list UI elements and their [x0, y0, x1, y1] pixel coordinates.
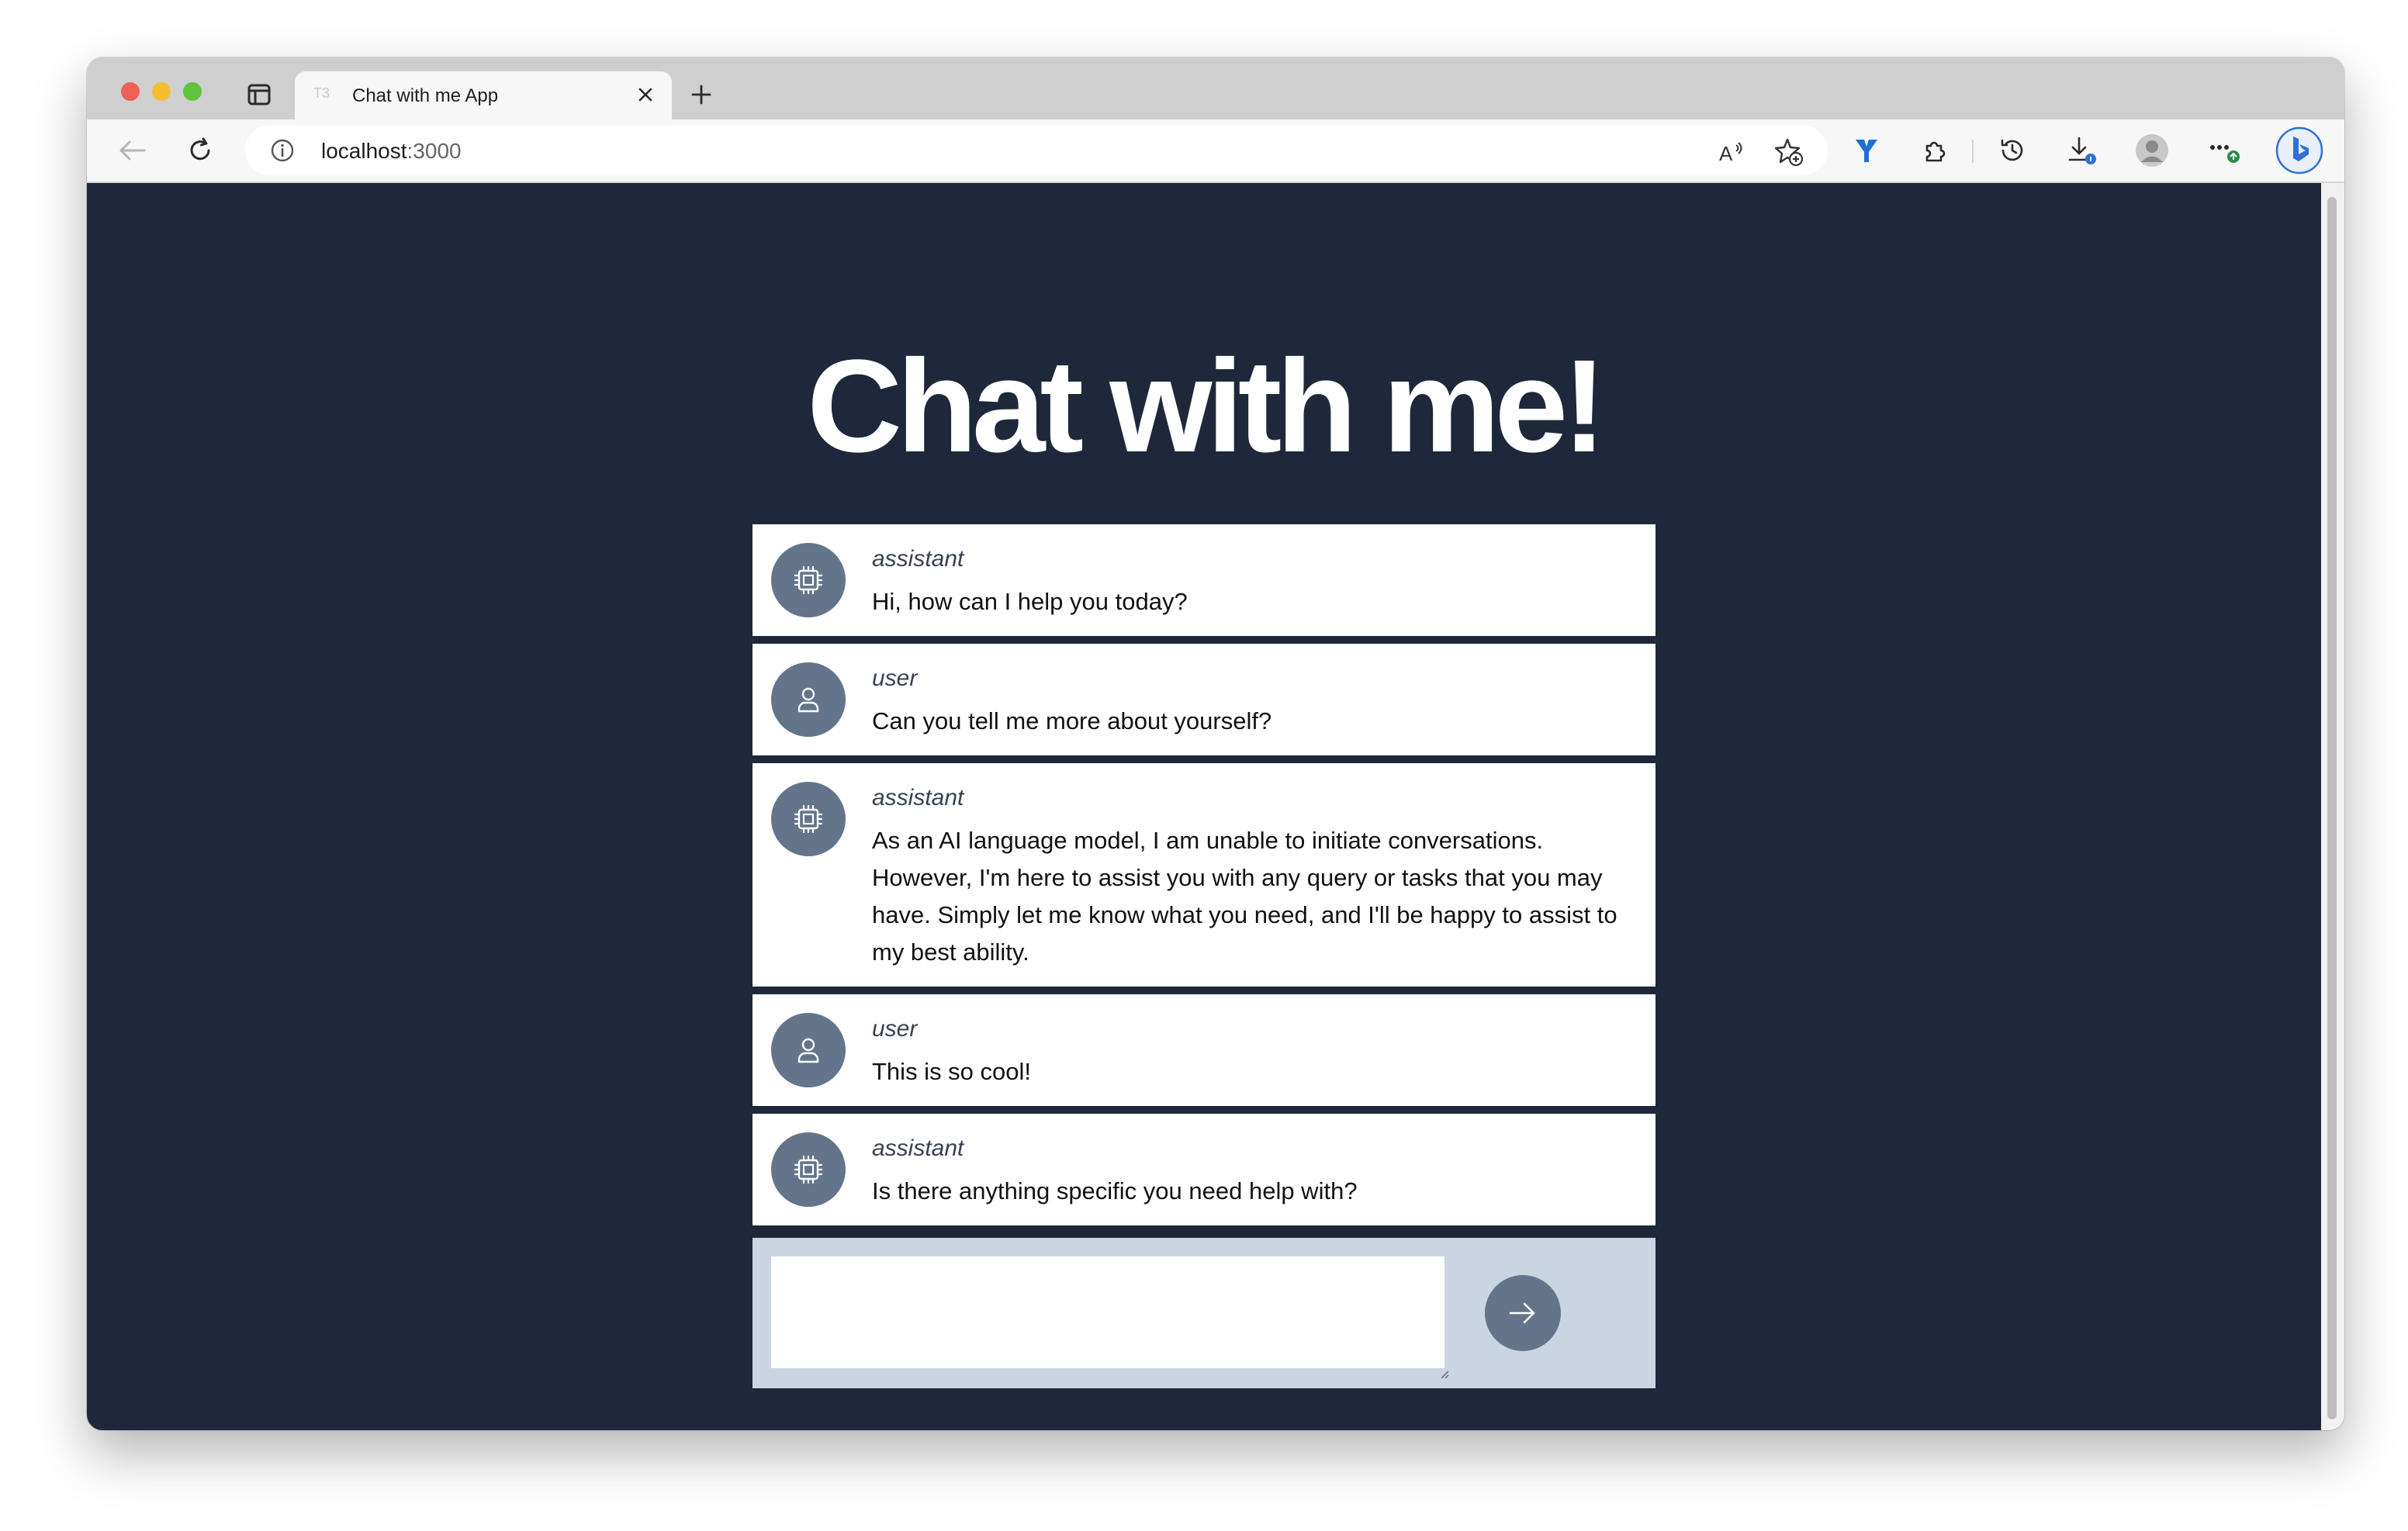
tab-favicon-icon: T3 [313, 85, 330, 101]
favorite-add-icon[interactable] [1773, 137, 1804, 168]
chat-message: assistant As an AI language model, I am … [752, 763, 1656, 987]
page-title: Chat with me! [807, 333, 1606, 480]
tab-actions-icon[interactable] [244, 79, 275, 110]
chat-message: user Can you tell me more about yourself… [752, 644, 1656, 755]
message-role: user [872, 665, 918, 691]
history-icon[interactable] [1995, 133, 2029, 168]
chat-message: user This is so cool! [752, 994, 1656, 1106]
close-icon[interactable] [633, 82, 658, 107]
reload-icon[interactable] [183, 133, 217, 168]
profile-avatar-icon[interactable] [2135, 133, 2169, 168]
url-host: localhost [321, 139, 407, 163]
plus-icon[interactable] [684, 78, 718, 112]
page-content: Chat with me! assistant Hi, how can I he… [87, 183, 2321, 1430]
bing-icon[interactable] [2275, 126, 2324, 175]
url-text: localhost:3000 [321, 139, 462, 164]
close-window-button[interactable] [121, 82, 140, 101]
resize-handle-icon[interactable] [1437, 1367, 1449, 1379]
message-text: This is so cool! [872, 1058, 1032, 1085]
scrollbar-thumb[interactable] [2327, 197, 2337, 1419]
message-text: As an AI language model, I am unable to … [872, 827, 1617, 966]
message-text: Can you tell me more about yourself? [872, 707, 1272, 734]
chip-icon [771, 782, 846, 856]
svg-text:A: A [1719, 142, 1733, 164]
chip-icon [771, 543, 846, 617]
url-port: :3000 [407, 139, 462, 163]
info-icon[interactable] [270, 138, 295, 163]
address-bar[interactable]: localhost:3000 A [245, 126, 1828, 175]
more-icon[interactable] [2208, 133, 2242, 168]
browser-window: T3 Chat with me App localhost:3000 A Cha… [87, 57, 2344, 1430]
user-icon [771, 662, 846, 737]
chat-message: assistant Hi, how can I help you today? [752, 524, 1656, 636]
tab-title: Chat with me App [352, 85, 499, 106]
send-button[interactable] [1485, 1275, 1561, 1351]
zoom-window-button[interactable] [183, 82, 202, 101]
tab-strip: T3 Chat with me App [87, 57, 2344, 119]
message-text: Hi, how can I help you today? [872, 588, 1188, 615]
read-aloud-icon[interactable]: A [1716, 137, 1747, 168]
back-arrow-icon[interactable] [115, 133, 149, 168]
extension-y-icon[interactable] [1849, 133, 1884, 168]
message-role: assistant [872, 1135, 964, 1161]
message-input[interactable] [771, 1256, 1444, 1368]
minimize-window-button[interactable] [152, 82, 171, 101]
message-text: Is there anything specific you need help… [872, 1177, 1358, 1204]
user-icon [771, 1013, 846, 1087]
chip-icon [771, 1132, 846, 1207]
message-role: user [872, 1016, 918, 1042]
browser-toolbar: localhost:3000 A [87, 119, 2344, 183]
page-scrollbar[interactable] [2321, 183, 2344, 1430]
download-icon[interactable] [2065, 133, 2099, 168]
puzzle-icon[interactable] [1918, 133, 1952, 168]
message-role: assistant [872, 546, 964, 572]
tab-chat-with-me[interactable]: T3 Chat with me App [295, 71, 672, 119]
toolbar-divider [1972, 140, 1974, 163]
arrow-right-icon [1509, 1302, 1535, 1324]
message-role: assistant [872, 785, 964, 810]
chat-message: assistant Is there anything specific you… [752, 1114, 1656, 1225]
message-composer [752, 1238, 1656, 1388]
